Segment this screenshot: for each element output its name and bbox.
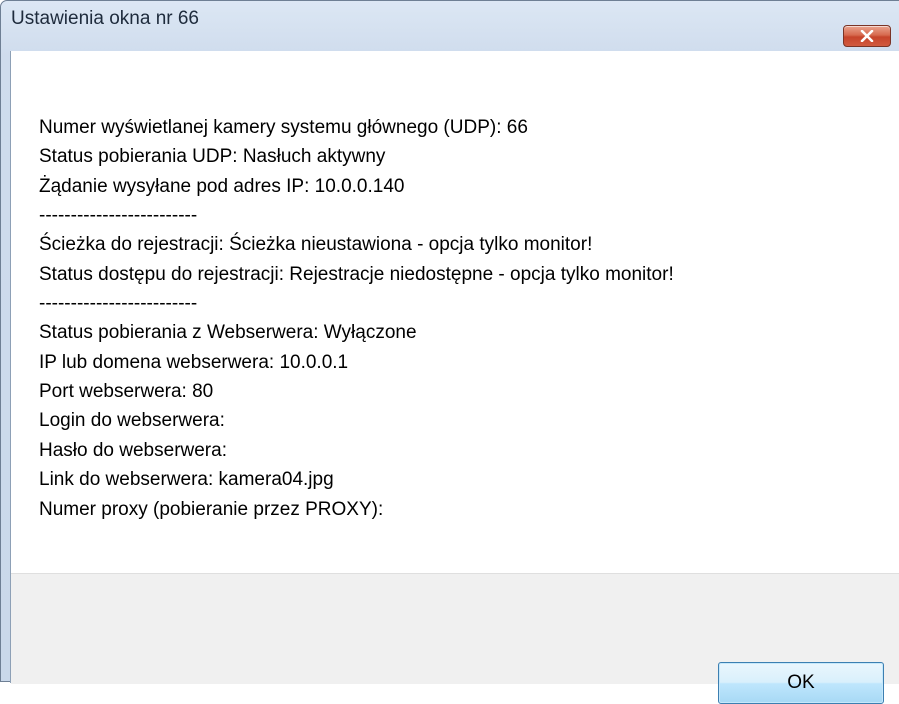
ok-button[interactable]: OK <box>718 662 884 704</box>
message-line-webserver-port: Port webserwera: 80 <box>39 381 214 402</box>
message-line-proxy-number: Numer proxy (pobieranie przez PROXY): <box>39 499 384 520</box>
message-line-request-ip: Żądanie wysyłane pod adres IP: 10.0.0.14… <box>39 176 405 197</box>
title-bar[interactable]: Ustawienia okna nr 66 <box>1 1 899 47</box>
message-line-udp-status: Status pobierania UDP: Nasłuch aktywny <box>39 146 386 167</box>
message-line-webserver-status: Status pobierania z Webserwera: Wyłączon… <box>39 322 417 343</box>
message-line-camera-number: Numer wyświetlanej kamery systemu główne… <box>39 117 528 138</box>
close-x-icon <box>860 30 874 42</box>
dialog-window: Ustawienia okna nr 66 Numer wyświetlanej… <box>0 0 899 704</box>
close-button[interactable] <box>843 25 891 47</box>
message-line-webserver-link: Link do webserwera: kamera04.jpg <box>39 469 334 490</box>
message-separator: ------------------------- <box>39 205 198 226</box>
message-line-recording-access: Status dostępu do rejestracji: Rejestrac… <box>39 264 674 285</box>
window-title: Ustawienia okna nr 66 <box>11 8 199 29</box>
message-area: Numer wyświetlanej kamery systemu główne… <box>11 51 899 573</box>
message-line-webserver-login: Login do webserwera: <box>39 410 225 431</box>
message-line-webserver-ip: IP lub domena webserwera: 10.0.0.1 <box>39 352 349 373</box>
message-separator: ------------------------- <box>39 293 198 314</box>
dialog-client-area: Numer wyświetlanej kamery systemu główne… <box>10 51 899 704</box>
button-footer: OK <box>11 573 899 704</box>
message-line-webserver-password: Hasło do webserwera: <box>39 440 227 461</box>
message-line-recording-path: Ścieżka do rejestracji: Ścieżka nieustaw… <box>39 234 593 255</box>
